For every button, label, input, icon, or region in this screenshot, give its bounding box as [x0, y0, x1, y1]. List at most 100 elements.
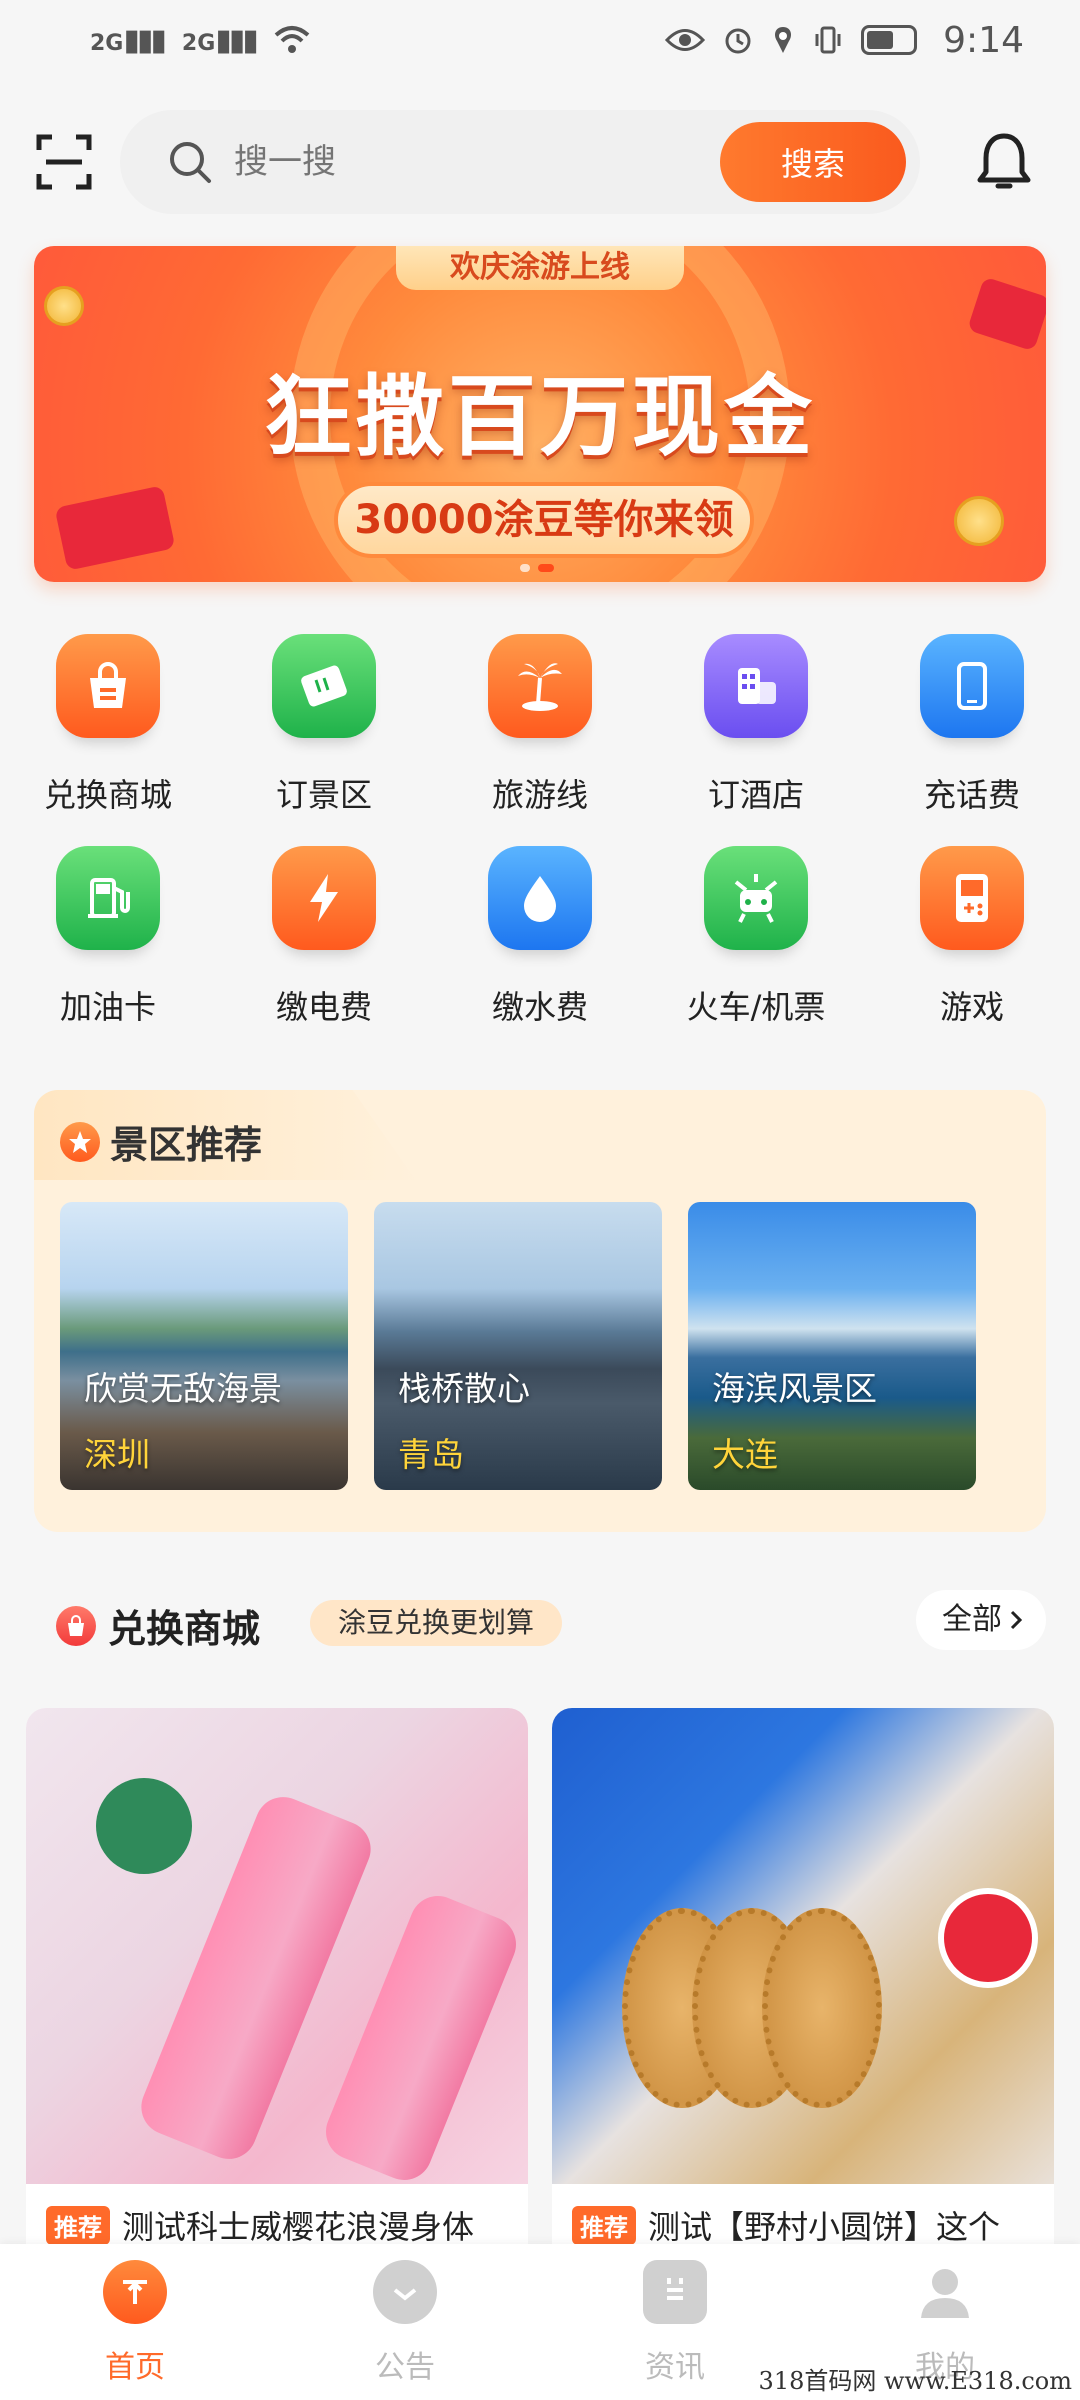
grid-item-train-flight[interactable]: 火车/机票	[648, 830, 864, 1042]
exchange-header: 兑换商城 涂豆兑换更划算 全部	[34, 1590, 1046, 1654]
red-packet-icon	[54, 485, 176, 571]
scenic-title-text: 景区推荐	[110, 1123, 263, 1167]
grid-label: 加油卡	[59, 988, 156, 1026]
product-card[interactable]: 推荐 测试【野村小圆饼】这个	[552, 1708, 1054, 2268]
recommend-tag: 推荐	[572, 2205, 636, 2245]
chevron-right-icon	[1010, 1610, 1023, 1630]
coin-icon	[954, 496, 1004, 546]
sticker-image	[96, 1778, 192, 1874]
grid-label: 充话费	[923, 776, 1020, 814]
shopping-bag-icon	[56, 1605, 96, 1646]
battery-icon	[861, 25, 918, 55]
nav-home[interactable]: 首页	[0, 2244, 270, 2400]
exchange-slogan: 涂豆兑换更划算	[310, 1600, 563, 1646]
news-icon	[643, 2260, 707, 2324]
fuel-icon	[56, 846, 160, 950]
product-title: 测试科士威樱花浪漫身体	[122, 2208, 475, 2246]
grid-item-electricity-bill[interactable]: 缴电费	[216, 830, 432, 1042]
grid-item-book-hotel[interactable]: 订酒店	[648, 618, 864, 830]
ticket-icon	[272, 634, 376, 738]
scenic-card-name: 欣赏无敌海景	[84, 1369, 282, 1408]
scenic-card-name: 海滨风景区	[712, 1369, 877, 1408]
recommend-tag: 推荐	[46, 2205, 110, 2245]
nav-label: 资讯	[645, 2350, 705, 2385]
lightning-icon	[272, 846, 376, 950]
banner-subtitle: 30000涂豆等你来领	[334, 482, 754, 558]
nav-notice[interactable]: 公告	[270, 2244, 540, 2400]
search-bar[interactable]: 搜索	[120, 110, 920, 214]
grid-item-exchange-mall[interactable]: 兑换商城	[0, 618, 216, 830]
shopping-bag-icon	[56, 634, 160, 738]
pagination-dot-active	[538, 564, 554, 572]
hotel-icon	[704, 634, 808, 738]
search-input[interactable]	[234, 142, 674, 182]
nav-label: 首页	[105, 2350, 165, 2385]
product-caption: 推荐 测试科士威樱花浪漫身体	[46, 2202, 474, 2248]
banner-tag: 欢庆涂游上线	[396, 246, 684, 290]
scenic-card[interactable]: 栈桥散心 青岛	[374, 1202, 662, 1490]
grid-label: 火车/机票	[686, 988, 826, 1026]
service-grid: 兑换商城 订景区 旅游线 订酒店 充话费 加油卡 缴电费 缴水费 火车/机票 游…	[0, 618, 1080, 1038]
product-card[interactable]: 推荐 测试科士威樱花浪漫身体	[26, 1708, 528, 2268]
search-button[interactable]: 搜索	[720, 122, 906, 202]
phone-icon	[920, 634, 1024, 738]
header: 搜索	[0, 110, 1080, 214]
alarm-icon	[725, 28, 751, 54]
bell-icon[interactable]	[972, 130, 1036, 194]
vibrate-icon	[815, 26, 841, 54]
scenic-card-name: 栈桥散心	[398, 1369, 530, 1408]
cookie-image	[762, 1908, 882, 2108]
pagination-dot	[520, 564, 530, 572]
train-icon	[704, 846, 808, 950]
scenic-card-city: 深圳	[84, 1435, 150, 1474]
water-drop-icon	[488, 846, 592, 950]
status-right: 9:14	[665, 20, 1024, 61]
grid-item-travel-route[interactable]: 旅游线	[432, 618, 648, 830]
grid-item-water-bill[interactable]: 缴水费	[432, 830, 648, 1042]
promo-banner[interactable]: 欢庆涂游上线 狂撒百万现金 30000涂豆等你来领	[34, 246, 1046, 582]
location-icon	[775, 27, 792, 53]
lotion-tube-image	[317, 1887, 525, 2189]
scan-icon[interactable]	[36, 134, 92, 190]
grid-label: 兑换商城	[43, 776, 172, 814]
chat-bubble-icon	[373, 2260, 437, 2324]
scenic-card-list: 欣赏无敌海景 深圳 栈桥散心 青岛 海滨风景区 大连	[60, 1202, 976, 1490]
user-icon	[913, 2260, 977, 2324]
exchange-title-text: 兑换商城	[108, 1607, 261, 1651]
scenic-card[interactable]: 欣赏无敌海景 深圳	[60, 1202, 348, 1490]
star-icon	[60, 1121, 100, 1162]
grid-label: 订景区	[275, 776, 372, 814]
view-all-label: 全部	[942, 1602, 1002, 1637]
grid-item-game[interactable]: 游戏	[864, 830, 1080, 1042]
red-packet-icon	[967, 276, 1046, 352]
scenic-card-city: 大连	[712, 1435, 778, 1474]
scenic-section: 景区推荐 欣赏无敌海景 深圳 栈桥散心 青岛 海滨风景区 大连	[34, 1090, 1046, 1532]
banner-pagination	[520, 564, 554, 572]
eye-icon	[665, 29, 706, 51]
scenic-card-city: 青岛	[398, 1435, 464, 1474]
wifi-icon	[274, 26, 310, 53]
view-all-button[interactable]: 全部	[916, 1590, 1046, 1650]
status-bar: 2G▮▮▮ 2G▮▮▮ 9:14	[0, 0, 1080, 80]
grid-item-recharge-phone[interactable]: 充话费	[864, 618, 1080, 830]
signal-1: 2G▮▮▮	[90, 22, 167, 58]
brand-badge-image	[938, 1888, 1038, 1988]
scenic-title: 景区推荐	[60, 1114, 262, 1169]
watermark: 318首码网 www.E318.com	[758, 2367, 1072, 2395]
scenic-card[interactable]: 海滨风景区 大连	[688, 1202, 976, 1490]
product-title: 测试【野村小圆饼】这个	[648, 2208, 1001, 2246]
coin-icon	[44, 286, 84, 326]
grid-item-fuel-card[interactable]: 加油卡	[0, 830, 216, 1042]
status-time: 9:14	[943, 19, 1024, 61]
product-image	[26, 1708, 528, 2189]
home-icon	[103, 2260, 167, 2324]
nav-label: 公告	[375, 2350, 435, 2385]
status-left: 2G▮▮▮ 2G▮▮▮	[90, 23, 310, 58]
grid-item-book-scenic[interactable]: 订景区	[216, 618, 432, 830]
grid-label: 旅游线	[491, 776, 588, 814]
product-image	[552, 1708, 1054, 2184]
exchange-title: 兑换商城	[56, 1598, 260, 1653]
grid-label: 缴水费	[491, 988, 588, 1026]
search-icon	[170, 142, 211, 183]
game-icon	[920, 846, 1024, 950]
